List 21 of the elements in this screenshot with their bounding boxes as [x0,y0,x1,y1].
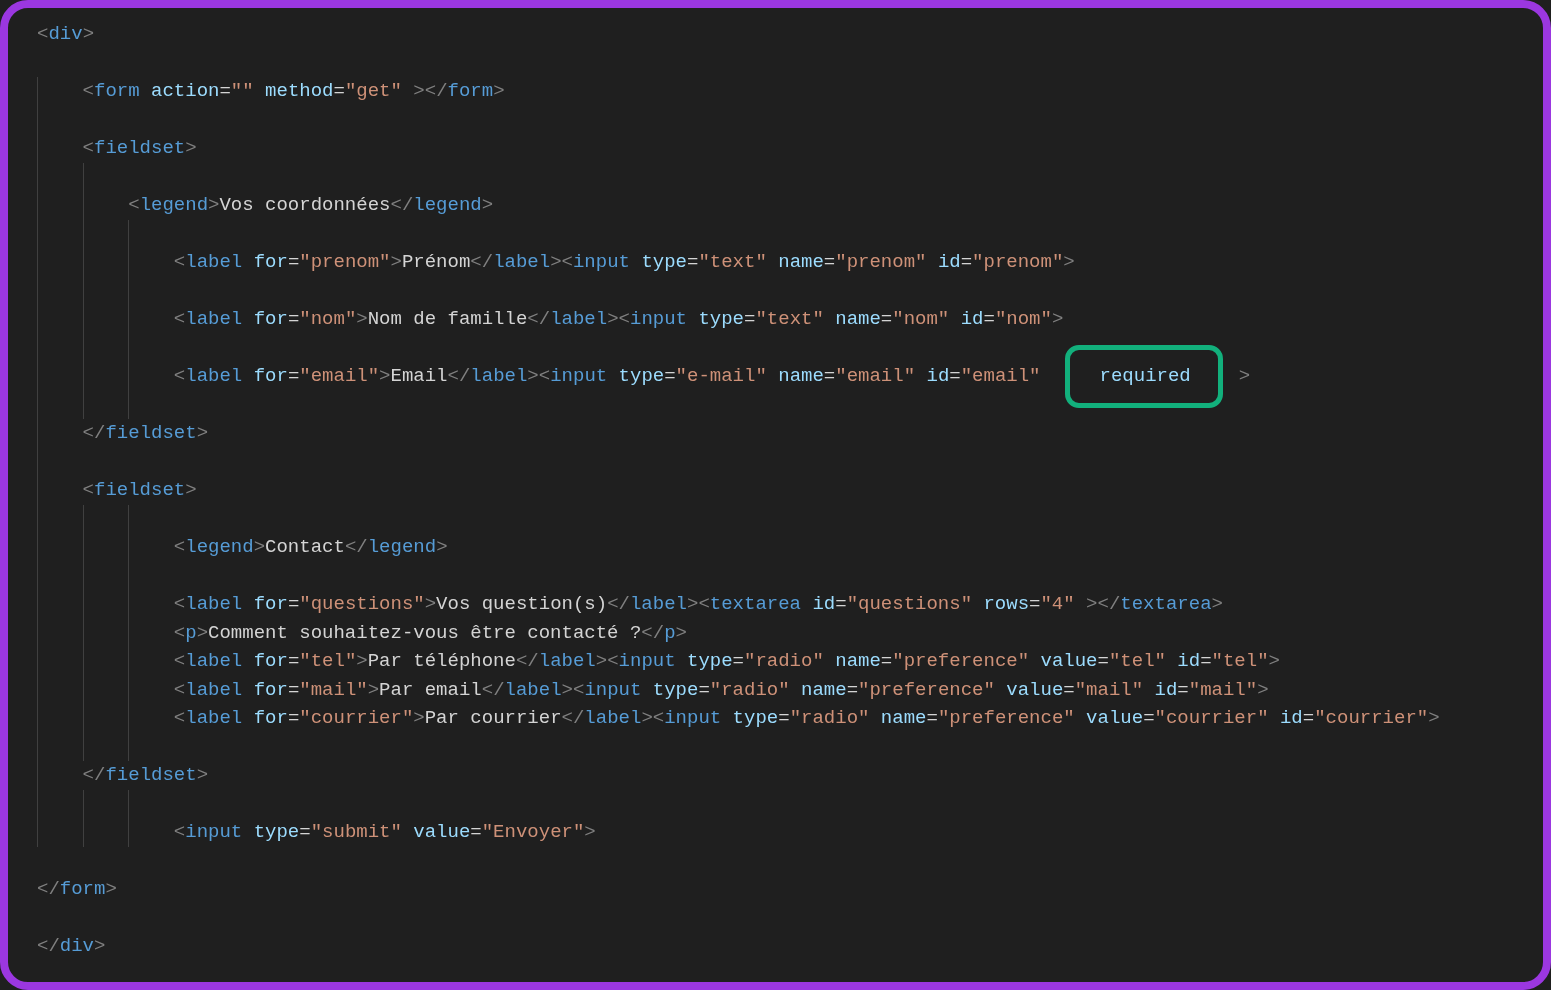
code-line: <input type="submit" value="Envoyer"> [172,820,596,845]
code-line: <label for="courrier">Par courrier</label><input type="radio" name="preference" value="courrier" id="courrier"> [172,706,1440,731]
code-line: <label for="mail">Par email</label><input type="radio" name="preference" value="mail" id="mail"> [172,677,1269,703]
code-line: </fieldset> [81,421,209,446]
code-line: > [1238,364,1251,389]
code-line: </div> [37,934,106,959]
code-line: <label for="questions">Vos question(s)</label><textarea id="questions" rows="4" ></textarea> [172,592,1223,617]
code-line: <label for="prenom">Prénom</label><input type="text" name="prenom" id="prenom"> [172,250,1075,275]
code-line: <p>Comment souhaitez-vous être contacté ?</p> [172,620,687,646]
code-line: </fieldset> [81,763,209,788]
code-line: <label for="email">Email</label><input type="e-mail" name="email" id="email" [172,364,1041,389]
code-line: </form> [37,877,117,902]
highlight-box: required [1064,345,1223,408]
code-line: <form action="" method="get" ></form> [81,79,505,104]
code-line: <legend>Contact</legend> [172,535,448,560]
code-line: <label for="tel">Par téléphone</label><input type="radio" name="preference" value="tel" id="tel"> [172,649,1280,674]
code-line: <fieldset> [81,136,197,161]
code-line: <div> [37,22,95,47]
code-line: <legend>Vos coordonnées</legend> [127,193,494,218]
code-line: <fieldset> [81,478,197,503]
code-line: <label for="nom">Nom de famille</label><input type="text" name="nom" id="nom"> [172,307,1064,332]
